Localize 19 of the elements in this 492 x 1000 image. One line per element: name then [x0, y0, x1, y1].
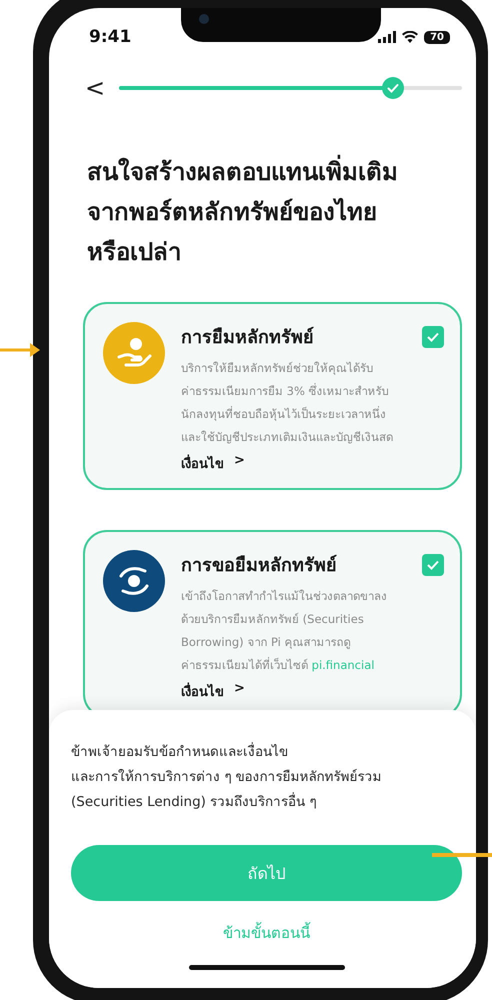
option-description: เข้าถึงโอกาสทำกำไรแม้ในช่วงตลาดขาลง ด้วยบริการยืมหลักทรัพย์ (Securities Borrowing) จาก Pi คุณสามารถดู ค่าธรรมเนียมได้ที่เว็บไซต์ pi.financial — [181, 588, 388, 674]
option-card[interactable]: การยืมหลักทรัพย์ บริการให้ยืมหลักทรัพย์ช่วยให้คุณได้รับ ค่าธรรมเนียมการยืม 3% ซึ่งเหมาะสำหรับ นักลงทุนที่ชอบถือหุ้นไว้เป็นระยะเวลาหนึ่ง และใช้บัญชีประเภทเติมเงินและบัญชีเงินสด เงื่อนไข > — [83, 302, 462, 490]
checkbox[interactable] — [422, 554, 444, 576]
checkmark-icon — [427, 560, 439, 570]
signal-icon — [378, 31, 396, 43]
option-title: การยืมหลักทรัพย์ — [181, 326, 314, 350]
status-time: 9:41 — [89, 27, 132, 47]
terms-link[interactable]: เงื่อนไข > — [181, 681, 245, 702]
page-title: สนใจสร้างผลตอบแทนเพิ่มเติม จากพอร์ตหลักทรัพย์ของไทย หรือเปล่า — [87, 152, 476, 272]
terms-link[interactable]: เงื่อนไข > — [181, 453, 245, 474]
checkbox[interactable] — [422, 326, 444, 348]
pointer-arrow — [0, 343, 40, 357]
wifi-icon — [402, 31, 418, 43]
option-description: บริการให้ยืมหลักทรัพย์ช่วยให้คุณได้รับ ค่าธรรมเนียมการยืม 3% ซึ่งเหมาะสำหรับ นักลงทุนที่ชอบถือหุ้นไว้เป็นระยะเวลาหนึ่ง และใช้บัญชีประเภทเติมเงินและบัญชีเงินสด — [181, 360, 394, 446]
checkmark-icon — [427, 332, 439, 342]
option-title: การขอยืมหลักทรัพย์ — [181, 554, 337, 578]
consent-text: ข้าพเจ้ายอมรับข้อกำหนดและเงื่อนไข และการให้การบริการต่าง ๆ ของการยืมหลักทรัพย์รวม (Securities Lending) รวมถึงบริการอื่น ๆ — [71, 741, 383, 812]
battery-indicator: 70 — [424, 30, 450, 44]
back-button[interactable]: < — [85, 74, 105, 102]
